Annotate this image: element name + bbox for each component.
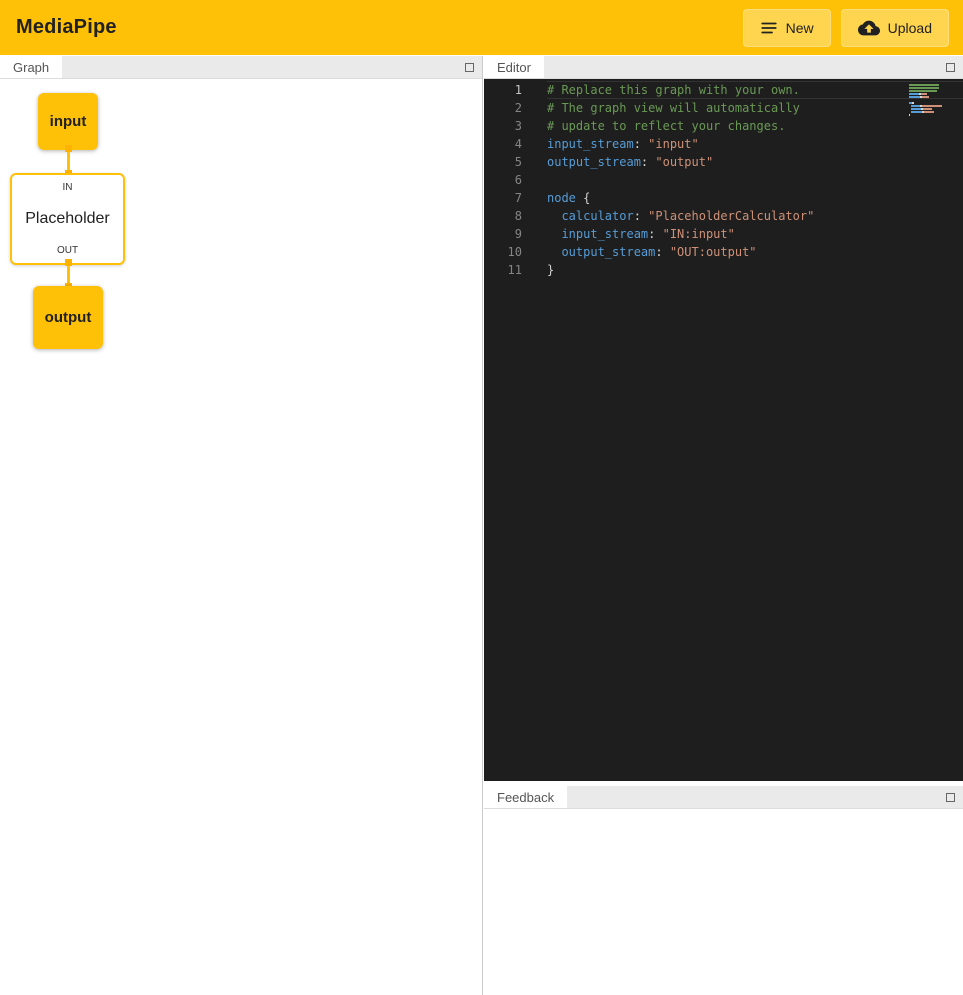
editor-gutter: 1234567891011	[484, 81, 540, 781]
editor-panel: Editor 1234567891011 # Replace this grap…	[484, 56, 963, 781]
editor-minimap[interactable]	[909, 84, 951, 117]
minimap-line	[909, 108, 951, 110]
minimap-line	[909, 87, 951, 89]
line-number: 8	[484, 207, 522, 225]
line-number: 5	[484, 153, 522, 171]
app-header: MediaPipe New Upload	[0, 0, 963, 55]
code-line: input_stream: "IN:input"	[547, 225, 963, 243]
editor-code-lines[interactable]: # Replace this graph with your own.# The…	[540, 81, 963, 781]
code-line: output_stream: "OUT:output"	[547, 243, 963, 261]
minimap-line	[909, 114, 951, 116]
feedback-content	[484, 809, 963, 995]
minimap-line	[909, 102, 951, 104]
feedback-tabbar: Feedback	[484, 786, 963, 809]
new-button-label: New	[786, 20, 814, 36]
edge-line	[67, 266, 70, 283]
line-number: 4	[484, 135, 522, 153]
graph-canvas[interactable]: input IN Placeholder OUT output	[0, 79, 482, 995]
line-number: 10	[484, 243, 522, 261]
graph-node-output[interactable]: output	[33, 286, 103, 349]
editor-tabbar: Editor	[484, 56, 963, 79]
input-port-label: IN	[63, 182, 73, 193]
edge-line	[67, 152, 70, 170]
code-line: # The graph view will automatically	[547, 99, 963, 117]
minimap-line	[909, 93, 951, 95]
edge-connector	[65, 259, 72, 266]
output-port-label: OUT	[57, 245, 78, 256]
tab-graph[interactable]: Graph	[0, 56, 62, 78]
graph-panel: Graph input IN Placeholder OUT output	[0, 56, 483, 995]
code-line: node {	[547, 189, 963, 207]
graph-tabbar: Graph	[0, 56, 482, 79]
line-number: 6	[484, 171, 522, 189]
edge-connector	[65, 145, 72, 152]
line-number: 9	[484, 225, 522, 243]
minimap-line	[909, 90, 951, 92]
minimap-line	[909, 99, 951, 101]
code-line: output_stream: "output"	[547, 153, 963, 171]
minimap-line	[909, 105, 951, 107]
code-line	[547, 171, 963, 189]
new-button[interactable]: New	[743, 9, 831, 47]
minimap-line	[909, 96, 951, 98]
code-line: # update to reflect your changes.	[547, 117, 963, 135]
upload-button[interactable]: Upload	[841, 9, 949, 47]
tab-feedback[interactable]: Feedback	[484, 786, 567, 808]
code-line: }	[547, 261, 963, 279]
node-label: output	[45, 309, 92, 326]
feedback-panel: Feedback	[484, 786, 963, 995]
upload-button-label: Upload	[888, 20, 932, 36]
line-number: 7	[484, 189, 522, 207]
minimap-line	[909, 111, 951, 113]
tab-editor[interactable]: Editor	[484, 56, 544, 78]
code-line: # Replace this graph with your own.	[547, 81, 963, 99]
line-number: 3	[484, 117, 522, 135]
line-number: 1	[484, 81, 522, 99]
code-line: input_stream: "input"	[547, 135, 963, 153]
minimap-line	[909, 84, 951, 86]
code-line: calculator: "PlaceholderCalculator"	[547, 207, 963, 225]
header-buttons: New Upload	[743, 9, 949, 47]
app-title: MediaPipe	[16, 16, 117, 39]
node-label: Placeholder	[25, 210, 110, 228]
maximize-icon[interactable]	[465, 63, 474, 72]
graph-node-input[interactable]: input	[38, 93, 98, 150]
line-number: 2	[484, 99, 522, 117]
maximize-icon[interactable]	[946, 793, 955, 802]
graph-node-placeholder[interactable]: IN Placeholder OUT	[10, 173, 125, 265]
line-number: 11	[484, 261, 522, 279]
cloud-upload-icon	[858, 17, 880, 39]
node-label: input	[50, 113, 87, 130]
notes-icon	[760, 19, 778, 37]
maximize-icon[interactable]	[946, 63, 955, 72]
code-editor[interactable]: 1234567891011 # Replace this graph with …	[484, 79, 963, 781]
